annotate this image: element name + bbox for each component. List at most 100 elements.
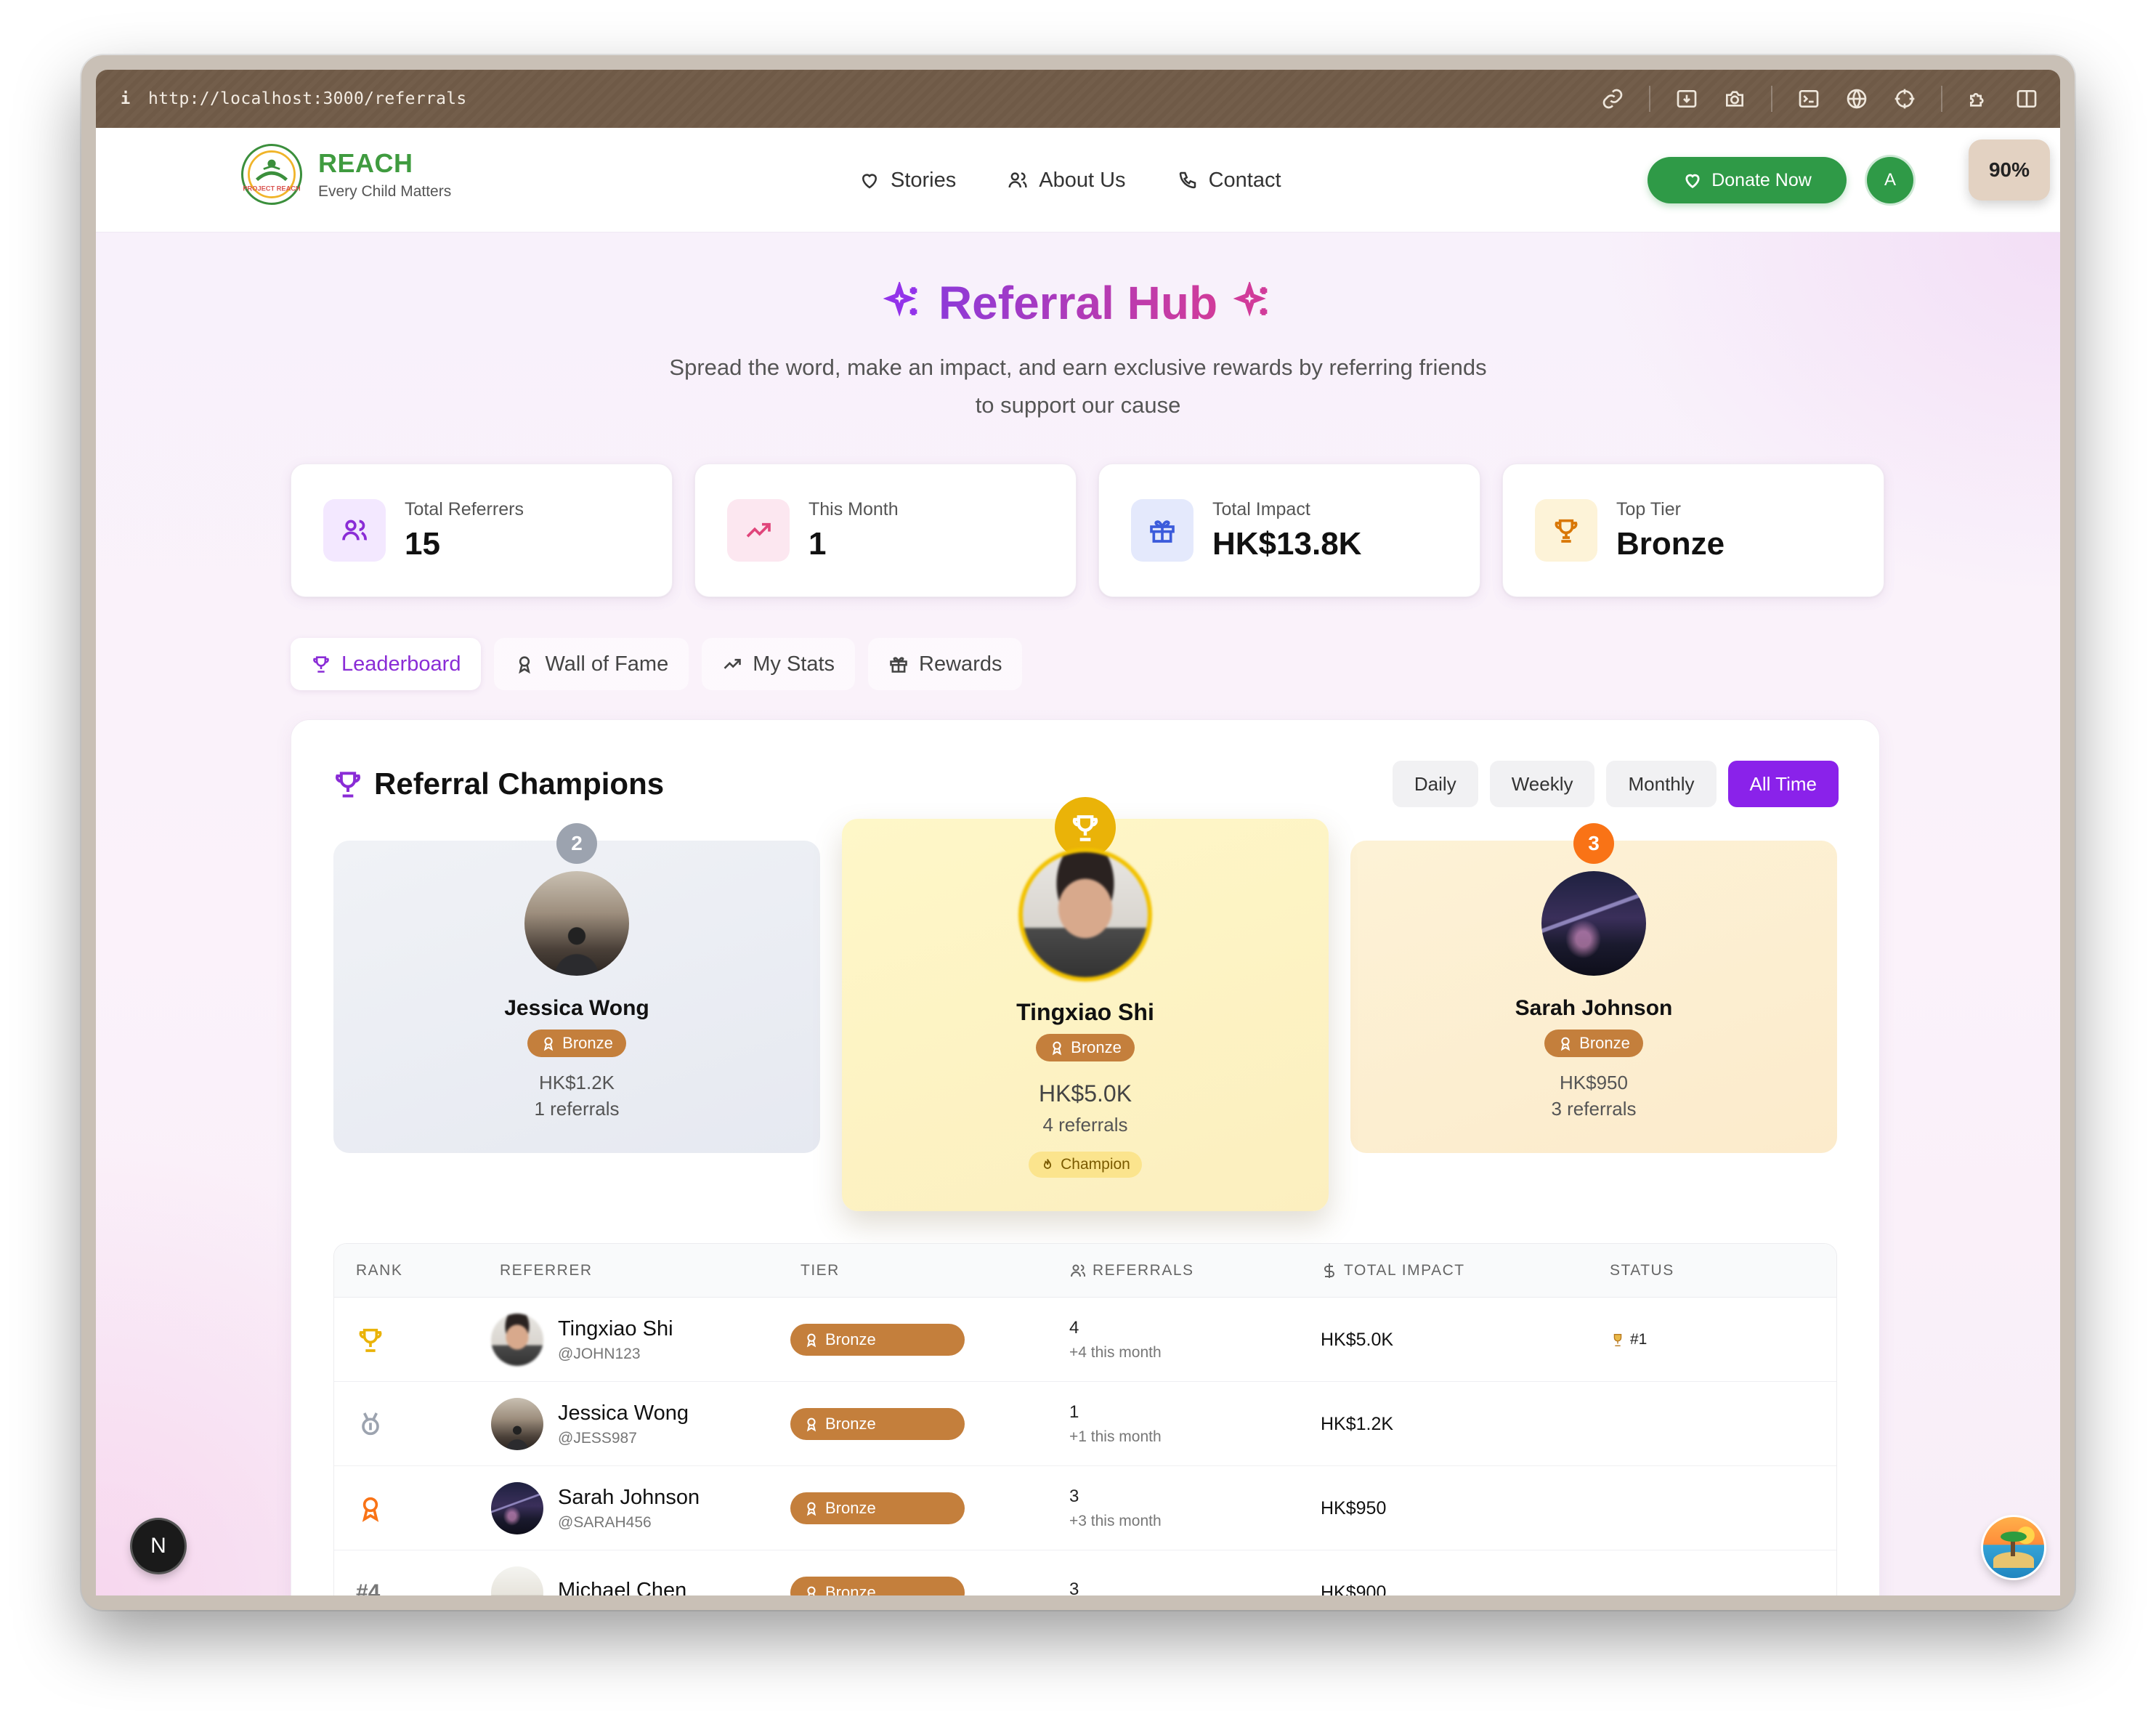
link-icon[interactable] [1601, 87, 1624, 110]
stat-value: Bronze [1616, 525, 1725, 562]
browser-titlebar: i http://localhost:3000/referrals [96, 70, 2060, 128]
reach-logo: PROJECT REACH [241, 144, 302, 205]
award-icon [1560, 1037, 1571, 1051]
tab-label: Rewards [919, 652, 1002, 676]
podium-card-first[interactable]: Tingxiao Shi Bronze HK$5.0K 4 referrals … [842, 797, 1329, 1211]
referrer-info: Tingxiao Shi @JOHN123 [558, 1317, 673, 1363]
panel-title: Referral Champions [332, 767, 664, 801]
download-icon[interactable] [1675, 87, 1698, 110]
referrer-info: Sarah Johnson @SARAH456 [558, 1486, 700, 1532]
avatar [491, 1314, 543, 1366]
zoom-level-badge[interactable]: 90% [1969, 139, 2050, 201]
nav-link-label: Contact [1208, 168, 1281, 192]
stat-label: Total Impact [1212, 498, 1310, 519]
browser-toolbar [1601, 70, 2038, 128]
referrer-info: Jessica Wong @JESS987 [558, 1402, 689, 1447]
nav-link-stories[interactable]: Stories [859, 169, 956, 193]
globe-icon[interactable] [1845, 87, 1868, 110]
referrer-cell: Jessica Wong @JESS987 [491, 1382, 689, 1466]
table-row[interactable]: Sarah Johnson @SARAH456 Bronze 3 +3 this… [334, 1466, 1836, 1550]
stat-card-this-month: This Month 1 [694, 464, 1077, 597]
heart-icon [1685, 174, 1700, 188]
stats-row: Total Referrers 15 This Month 1 Total Im… [291, 464, 1884, 597]
user-avatar[interactable]: A [1867, 157, 1913, 203]
crosshair-icon[interactable] [1893, 87, 1916, 110]
medal-icon [362, 1412, 379, 1436]
nav-links: Stories About Us Contact [859, 128, 1281, 232]
podium-name: Tingxiao Shi [1016, 999, 1154, 1025]
stat-icon-box [1535, 499, 1597, 562]
award-icon [806, 1502, 816, 1516]
period-monthly[interactable]: Monthly [1606, 761, 1717, 807]
address-bar[interactable]: http://localhost:3000/referrals [148, 89, 467, 108]
table-row[interactable]: Jessica Wong @JESS987 Bronze 1 +1 this m… [334, 1382, 1836, 1466]
nav-link-about[interactable]: About Us [1007, 168, 1126, 193]
leaderboard-table: RANK REFERRER TIER REFERRALS TOTAL IMPAC… [333, 1243, 1837, 1595]
phone-icon [1179, 171, 1196, 189]
donate-button[interactable]: Donate Now [1648, 157, 1847, 203]
camera-icon[interactable] [1723, 87, 1746, 110]
tab-rewards[interactable]: Rewards [868, 638, 1023, 690]
stat-icon-box [727, 499, 790, 562]
island-icon[interactable] [1983, 1517, 2044, 1578]
tab-my-stats[interactable]: My Stats [702, 638, 856, 690]
nextjs-dev-badge[interactable]: N [132, 1520, 185, 1572]
toolbar-divider [1771, 86, 1772, 112]
period-weekly[interactable]: Weekly [1489, 761, 1595, 807]
table-row[interactable]: #4 Michael Chen Bronze 3 HK$900 [334, 1550, 1836, 1595]
island-leaf [2001, 1532, 2027, 1542]
column-header-impact: TOTAL IMPACT [1321, 1244, 1465, 1298]
column-header-status: STATUS [1610, 1262, 1674, 1279]
info-icon[interactable]: i [121, 90, 142, 108]
table-header: RANK REFERRER TIER REFERRALS TOTAL IMPAC… [334, 1244, 1836, 1298]
tab-wall-of-fame[interactable]: Wall of Fame [494, 638, 689, 690]
referrer-name: Michael Chen [558, 1578, 687, 1596]
stat-value: HK$13.8K [1212, 525, 1362, 562]
referrer-cell: Tingxiao Shi @JOHN123 [491, 1298, 673, 1382]
referrals-count: 3 [1069, 1487, 1079, 1506]
impact-cell: HK$5.0K [1321, 1329, 1394, 1350]
stat-text: Total Referrers 15 [405, 499, 524, 562]
stat-label: Top Tier [1616, 498, 1681, 519]
column-header-referrer: REFERRER [500, 1262, 593, 1279]
stat-text: Top Tier Bronze [1616, 499, 1725, 562]
referrals-this-month: +1 this month [1069, 1428, 1162, 1445]
browser-window: i http://localhost:3000/referrals PROJEC… [81, 55, 2075, 1610]
period-filter: Daily Weekly Monthly All Time [1392, 761, 1839, 807]
brand[interactable]: PROJECT REACH REACH Every Child Matters [241, 144, 451, 205]
tab-label: Wall of Fame [545, 652, 669, 676]
extension-icon[interactable] [1967, 87, 1990, 110]
tier-badge: Bronze [790, 1408, 965, 1440]
terminal-icon[interactable] [1797, 87, 1820, 110]
referrer-handle: @JOHN123 [558, 1345, 641, 1362]
podium-card-second[interactable]: 2 Jessica Wong Bronze HK$1.2K 1 referral… [333, 823, 820, 1153]
nav-link-label: About Us [1039, 168, 1126, 192]
tab-leaderboard[interactable]: Leaderboard [291, 638, 482, 690]
podium-amount: HK$950 [1560, 1072, 1628, 1093]
trending-up-icon [724, 658, 742, 669]
hero-subtitle-line: to support our cause [975, 392, 1181, 418]
stat-label: Total Referrers [405, 498, 524, 519]
sidebar-icon[interactable] [2015, 87, 2038, 110]
table-row[interactable]: Tingxiao Shi @JOHN123 Bronze 4 +4 this m… [334, 1298, 1836, 1382]
period-all-time[interactable]: All Time [1727, 761, 1839, 807]
podium-card-third[interactable]: 3 Sarah Johnson Bronze HK$950 3 referral… [1350, 823, 1837, 1153]
tier-badge: Bronze [790, 1577, 965, 1595]
stat-text: Total Impact HK$13.8K [1212, 499, 1361, 562]
champion-label: Champion [1061, 1156, 1130, 1173]
users-icon [342, 519, 367, 541]
gift-icon [890, 657, 907, 673]
referrer-name: Tingxiao Shi [558, 1316, 673, 1340]
podium-amount: HK$1.2K [538, 1072, 615, 1093]
avatar [491, 1566, 543, 1595]
users-icon [1008, 172, 1027, 188]
nav-link-contact[interactable]: Contact [1177, 169, 1281, 193]
referrer-name: Sarah Johnson [558, 1485, 700, 1509]
trophy-icon [313, 656, 329, 673]
column-header-referrals: REFERRALS [1069, 1244, 1194, 1298]
period-daily[interactable]: Daily [1392, 761, 1478, 807]
hero-subtitle-line: Spread the word, make an impact, and ear… [669, 355, 1487, 380]
column-header-tier: TIER [801, 1262, 840, 1279]
tier-cell: Bronze [790, 1466, 965, 1550]
stat-card-total-impact: Total Impact HK$13.8K [1098, 464, 1480, 597]
